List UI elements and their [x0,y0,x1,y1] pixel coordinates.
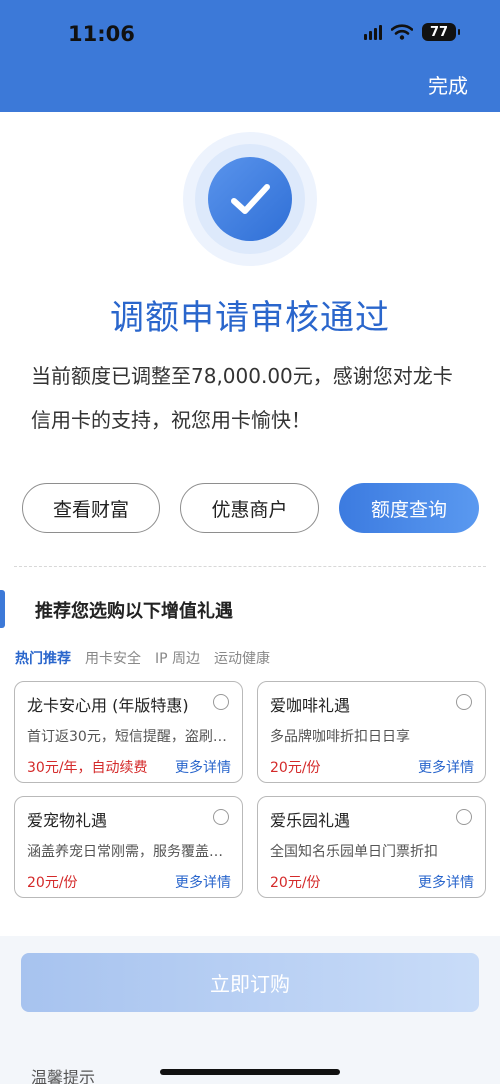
select-radio[interactable] [213,694,229,710]
offer-price: 20元/份 [270,760,321,776]
tab-ip-merch[interactable]: IP 周边 [155,648,200,668]
more-details-link[interactable]: 更多详情 [418,872,474,892]
select-radio[interactable] [456,809,472,825]
offer-description: 涵盖养宠日常刚需，服务覆盖广泛 [27,844,232,860]
tab-sports-health[interactable]: 运动健康 [214,648,270,668]
offer-card[interactable]: 龙卡安心用 (年版特惠) 首订返30元，短信提醒，盗刷保障 30元/年，自动续费… [14,681,243,783]
check-mark-icon [231,184,270,214]
tab-card-security[interactable]: 用卡安全 [85,648,141,668]
offer-price: 20元/份 [270,875,321,891]
credit-limit-query-button[interactable]: 额度查询 [339,483,479,533]
tab-hot[interactable]: 热门推荐 [15,648,71,668]
divider [14,566,486,567]
check-circle-icon [208,157,292,241]
offer-title: 爱宠物礼遇 [27,811,108,830]
more-details-link[interactable]: 更多详情 [175,757,231,777]
home-indicator[interactable] [160,1069,340,1075]
offer-title: 爱乐园礼遇 [270,811,351,830]
signal-icon [364,24,382,40]
done-button[interactable]: 完成 [428,70,468,99]
offer-description: 首订返30元，短信提醒，盗刷保障 [27,729,232,745]
section-title: 推荐您选购以下增值礼遇 [35,601,233,622]
offer-card[interactable]: 爱宠物礼遇 涵盖养宠日常刚需，服务覆盖广泛 20元/份 更多详情 [14,796,243,898]
more-details-link[interactable]: 更多详情 [175,872,231,892]
header-bar: 11:06 77 完成 [0,0,500,112]
success-badge [183,132,317,266]
offer-title: 龙卡安心用 (年版特惠) [27,696,189,715]
order-now-button[interactable]: 立即订购 [21,953,479,1012]
offer-card[interactable]: 爱咖啡礼遇 多品牌咖啡折扣日日享 20元/份 更多详情 [257,681,486,783]
select-radio[interactable] [456,694,472,710]
section-accent-bar [0,590,5,628]
offer-price: 30元/年，自动续费 [27,760,148,776]
select-radio[interactable] [213,809,229,825]
status-icons: 77 [364,23,460,41]
discount-merchants-button[interactable]: 优惠商户 [180,483,319,533]
result-title: 调额申请审核通过 [110,298,390,338]
battery-icon: 77 [422,23,460,41]
offer-price: 20元/份 [27,875,78,891]
offer-card[interactable]: 爱乐园礼遇 全国知名乐园单日门票折扣 20元/份 更多详情 [257,796,486,898]
view-wealth-button[interactable]: 查看财富 [22,483,160,533]
result-description: 当前额度已调整至78,000.00元，感谢您对龙卡信用卡的支持，祝您用卡愉快！ [31,364,453,432]
offer-description: 全国知名乐园单日门票折扣 [270,844,438,860]
tips-label: 温馨提示 [31,1068,96,1084]
offer-title: 爱咖啡礼遇 [270,696,351,715]
status-time: 11:06 [68,22,135,46]
wifi-icon [391,24,413,40]
more-details-link[interactable]: 更多详情 [418,757,474,777]
offer-description: 多品牌咖啡折扣日日享 [270,729,410,745]
category-tabs: 热门推荐 用卡安全 IP 周边 运动健康 [15,648,270,668]
